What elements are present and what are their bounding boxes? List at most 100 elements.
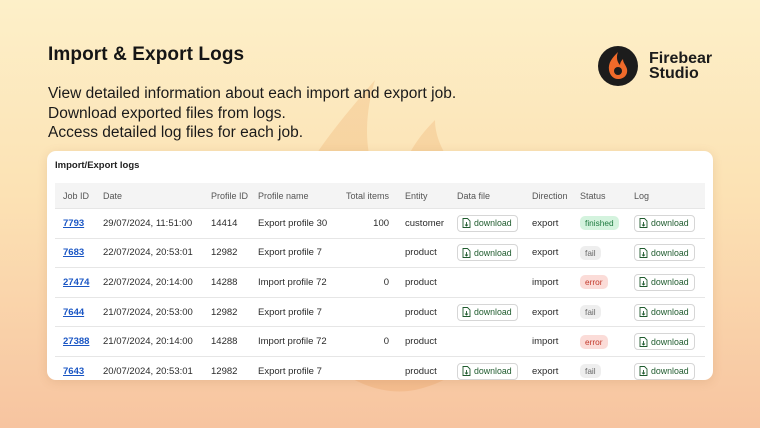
log-cell: download [626,208,705,239]
profile-name-cell: Export profile 30 [250,208,338,239]
log-download-button[interactable]: download [634,273,695,291]
download-label: download [651,247,689,258]
brand-line: Studio [649,65,699,82]
status-cell: fail [572,296,627,327]
profile-name-cell: Export profile 7 [250,355,338,386]
date-cell: 22/07/2024, 20:53:01 [95,237,203,268]
entity-cell: product [397,355,450,386]
file-download-icon [639,307,648,318]
file-download-icon [462,307,471,318]
log-download-button[interactable]: download [634,303,695,321]
date-cell: 21/07/2024, 20:53:00 [95,296,203,327]
status-cell: error [572,326,627,357]
profile-name-cell: Export profile 7 [250,237,338,268]
profile-name-cell: Import profile 72 [250,267,338,298]
description-line: Download exported files from logs. [48,104,286,122]
column-header: Log [634,190,650,201]
status-badge: fail [580,305,601,320]
download-label: download [474,218,512,229]
brand: Firebear Studio [598,46,712,86]
total-items-cell: 0 [338,267,398,298]
download-label: download [651,366,689,377]
description: View detailed information about each imp… [48,84,456,143]
log-download-button[interactable]: download [634,362,695,380]
log-cell: download [626,326,705,357]
description-line: View detailed information about each imp… [48,85,457,102]
table-row: 27474 22/07/2024, 20:14:00 14288 Import pro… [55,267,705,298]
log-cell: download [626,237,705,268]
table-row: 7643 20/07/2024, 20:53:01 12982 Export prof… [55,355,705,386]
column-header: Job ID [63,190,90,201]
date-cell: 29/07/2024, 11:51:00 [95,208,203,239]
direction-cell: export [524,355,573,386]
job-id-link[interactable]: 7793 [63,218,84,229]
data-file-cell [449,267,525,298]
job-id-cell: 7683 [55,237,95,268]
download-label: download [651,336,689,347]
description-line: Access detailed log files for each job. [48,124,304,141]
direction-cell: import [524,267,573,298]
file-download-icon [462,218,471,229]
job-id-link[interactable]: 7644 [63,307,84,318]
table-row: 7644 21/07/2024, 20:53:00 12982 Export prof… [55,296,705,327]
column-header: Total items [346,190,390,201]
entity-cell: product [397,237,450,268]
data-file-download-button[interactable]: download [457,303,518,321]
status-badge: finished [580,216,619,231]
data-file-cell: download [449,355,525,386]
profile-id-cell: 14288 [203,267,250,298]
entity-cell: product [397,267,450,298]
data-file-cell: download [449,237,525,268]
file-download-icon [639,366,648,377]
file-download-icon [462,366,471,377]
log-download-button[interactable]: download [634,333,695,351]
log-cell: download [626,355,705,386]
download-label: download [474,366,512,377]
job-id-cell: 7644 [55,296,95,327]
table-row: 27388 21/07/2024, 20:14:00 14288 Import pro… [55,326,705,357]
brand-name: Firebear Studio [649,51,712,82]
column-header: Profile name [258,190,309,201]
entity-cell: product [397,296,450,327]
data-file-cell: download [449,296,525,327]
log-download-button[interactable]: download [634,214,695,232]
table-row: 7793 29/07/2024, 11:51:00 14414 Export prof… [55,208,705,239]
total-items-cell: 100 [338,208,398,239]
data-file-download-button[interactable]: download [457,214,518,232]
profile-id-cell: 12982 [203,355,250,386]
job-id-link[interactable]: 7683 [63,247,84,258]
profile-id-cell: 14414 [203,208,250,239]
total-items-cell [338,237,398,268]
status-badge: error [580,275,608,290]
entity-cell: product [397,326,450,357]
total-items-cell [338,296,398,327]
column-header: Profile ID [211,190,249,201]
direction-cell: export [524,208,573,239]
log-download-button[interactable]: download [634,244,695,262]
status-cell: fail [572,355,627,386]
direction-cell: export [524,296,573,327]
file-download-icon [639,277,648,288]
date-cell: 21/07/2024, 20:14:00 [95,326,203,357]
entity-cell: customer [397,208,450,239]
job-id-link[interactable]: 27474 [63,277,89,288]
file-download-icon [639,336,648,347]
direction-cell: import [524,326,573,357]
job-id-cell: 7643 [55,355,95,386]
file-download-icon [639,218,648,229]
total-items-cell: 0 [338,326,398,357]
date-cell: 22/07/2024, 20:14:00 [95,267,203,298]
download-label: download [651,307,689,318]
job-id-link[interactable]: 7643 [63,366,84,377]
column-header: Direction [532,190,568,201]
date-cell: 20/07/2024, 20:53:01 [95,355,203,386]
profile-name-cell: Export profile 7 [250,296,338,327]
logs-table: Job ID Date Profile ID Profile name Tota… [55,183,705,386]
panel-title: Import/Export logs [55,160,140,171]
data-file-download-button[interactable]: download [457,244,518,262]
data-file-download-button[interactable]: download [457,362,518,380]
logs-panel: Import/Export logs Job ID Date Profile I… [47,151,713,386]
status-cell: error [572,267,627,298]
job-id-link[interactable]: 27388 [63,336,89,347]
status-cell: fail [572,237,627,268]
